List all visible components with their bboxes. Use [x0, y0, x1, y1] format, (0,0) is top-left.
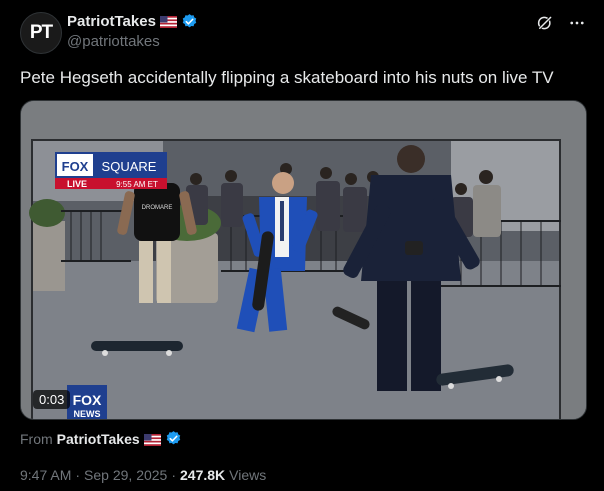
banner-time: 9:55 AM ET [116, 180, 158, 189]
separator: · [171, 467, 177, 483]
verified-badge-icon[interactable] [165, 430, 182, 447]
attribution: From PatriotTakes [20, 430, 182, 447]
video-frame: DROMARE FOX SQUARE LIVE 9:55 AM ET FOX N… [21, 101, 586, 419]
tweet-time[interactable]: 9:47 AM [20, 467, 71, 483]
fox-square-banner: FOX SQUARE LIVE 9:55 AM ET [55, 152, 167, 189]
tweet-meta: 9:47 AM · Sep 29, 2025 · 247.8K Views [20, 467, 266, 483]
video-player[interactable]: DROMARE FOX SQUARE LIVE 9:55 AM ET FOX N… [20, 100, 587, 420]
separator: · [75, 467, 81, 483]
us-flag-icon [159, 15, 177, 28]
author-names: PatriotTakes @patriottakes [67, 11, 198, 50]
views-label: Views [229, 467, 267, 483]
more-icon[interactable] [566, 12, 588, 34]
tweet-header: PT PatriotTakes @patriottakes [20, 8, 588, 54]
author-handle[interactable]: @patriottakes [67, 33, 198, 50]
video-duration: 0:03 [33, 390, 71, 409]
banner-live: LIVE [67, 179, 87, 189]
banner-brand: FOX [62, 159, 89, 174]
from-label: From [20, 430, 53, 447]
views-count: 247.8K [180, 467, 226, 483]
author-display-name[interactable]: PatriotTakes [67, 13, 156, 30]
corner-logo: FOX [73, 392, 102, 408]
us-flag-icon [143, 433, 161, 446]
verified-badge-icon[interactable] [181, 13, 198, 30]
from-name[interactable]: PatriotTakes [57, 431, 140, 447]
grok-icon[interactable] [534, 12, 556, 34]
avatar[interactable]: PT [20, 12, 62, 54]
tweet-date[interactable]: Sep 29, 2025 [84, 467, 167, 483]
shirt-text: DROMARE [142, 205, 173, 211]
fox-news-logo: FOX NEWS [67, 385, 107, 419]
tweet-text: Pete Hegseth accidentally flipping a ska… [20, 68, 554, 87]
banner-location: SQUARE [102, 159, 157, 174]
header-actions [534, 12, 588, 34]
corner-logo-sub: NEWS [74, 409, 101, 419]
